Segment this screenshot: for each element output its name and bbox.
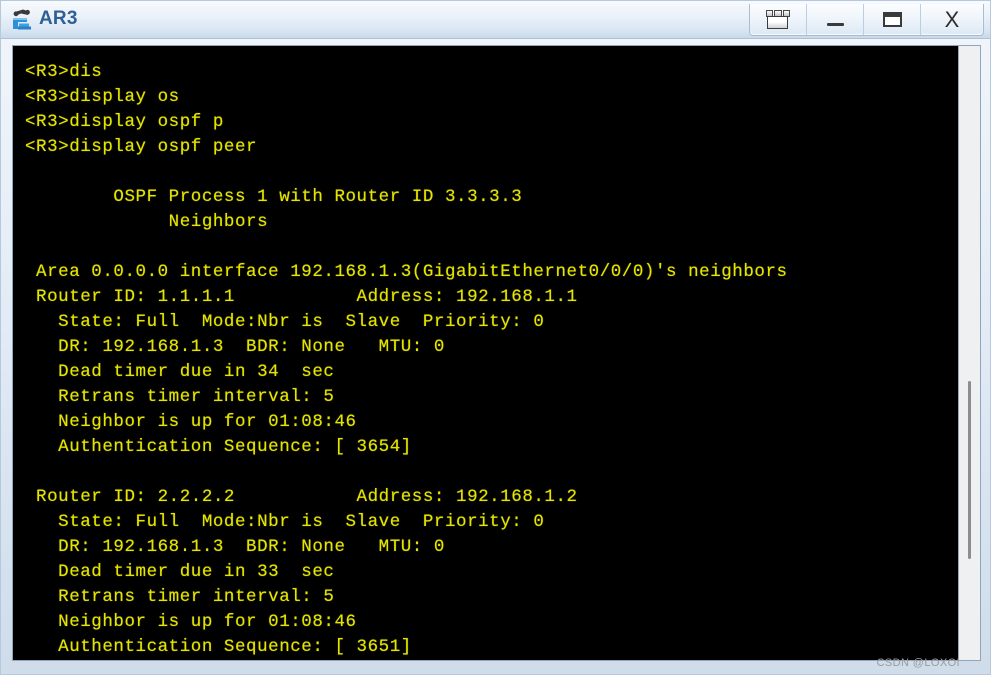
maximize-icon	[882, 12, 902, 27]
close-button[interactable]: X	[921, 4, 983, 35]
terminal-line: DR: 192.168.1.3 BDR: None MTU: 0	[25, 537, 445, 557]
title-bar[interactable]: AR3 X	[1, 1, 990, 39]
terminal-output[interactable]: <R3>dis <R3>display os <R3>display ospf p <…	[13, 46, 958, 660]
scrollbar-thumb[interactable]	[968, 381, 971, 559]
terminal-line: <R3>display ospf peer	[25, 137, 258, 157]
window-content: <R3>dis <R3>display os <R3>display ospf p <…	[1, 39, 990, 675]
maximize-button[interactable]	[864, 4, 921, 35]
minimize-icon	[826, 22, 844, 26]
terminal-line: Neighbors	[25, 212, 269, 232]
vertical-scrollbar[interactable]	[958, 46, 980, 660]
terminal-line: Dead timer due in 33 sec	[25, 562, 335, 582]
window-title: AR3	[39, 8, 78, 29]
close-icon: X	[944, 6, 960, 32]
terminal-window: AR3 X <R3>dis <R3>display os <R3>display o	[0, 0, 991, 675]
terminal-line: State: Full Mode:Nbr is Slave Priority: …	[25, 312, 545, 332]
terminal-line: DR: 192.168.1.3 BDR: None MTU: 0	[25, 337, 445, 357]
terminal-line: <R3>display ospf p	[25, 112, 224, 132]
restore-group-button[interactable]	[750, 4, 807, 35]
terminal-line: Dead timer due in 34 sec	[25, 362, 335, 382]
tile-windows-icon	[766, 10, 790, 29]
terminal-line: Authentication Sequence: [ 3651]	[25, 637, 412, 657]
terminal-line: <R3>display os	[25, 87, 180, 107]
router-icon	[9, 7, 35, 33]
terminal-line: Neighbor is up for 01:08:46	[25, 412, 357, 432]
terminal-line: Neighbor is up for 01:08:46	[25, 612, 357, 632]
terminal-line: Area 0.0.0.0 interface 192.168.1.3(Gigab…	[25, 262, 788, 282]
terminal-line: Router ID: 1.1.1.1 Address: 192.168.1.1	[25, 287, 578, 307]
terminal-line: Authentication Sequence: [ 3654]	[25, 437, 412, 457]
terminal-line: Router ID: 2.2.2.2 Address: 192.168.1.2	[25, 487, 578, 507]
terminal-line: OSPF Process 1 with Router ID 3.3.3.3	[25, 187, 523, 207]
terminal-line: Retrans timer interval: 5	[25, 587, 335, 607]
window-controls: X	[749, 4, 984, 36]
terminal-line: <R3>dis	[25, 62, 103, 82]
terminal-line: State: Full Mode:Nbr is Slave Priority: …	[25, 512, 545, 532]
terminal-line: Retrans timer interval: 5	[25, 387, 335, 407]
minimize-button[interactable]	[807, 4, 864, 35]
terminal-frame: <R3>dis <R3>display os <R3>display ospf p <…	[12, 45, 981, 661]
